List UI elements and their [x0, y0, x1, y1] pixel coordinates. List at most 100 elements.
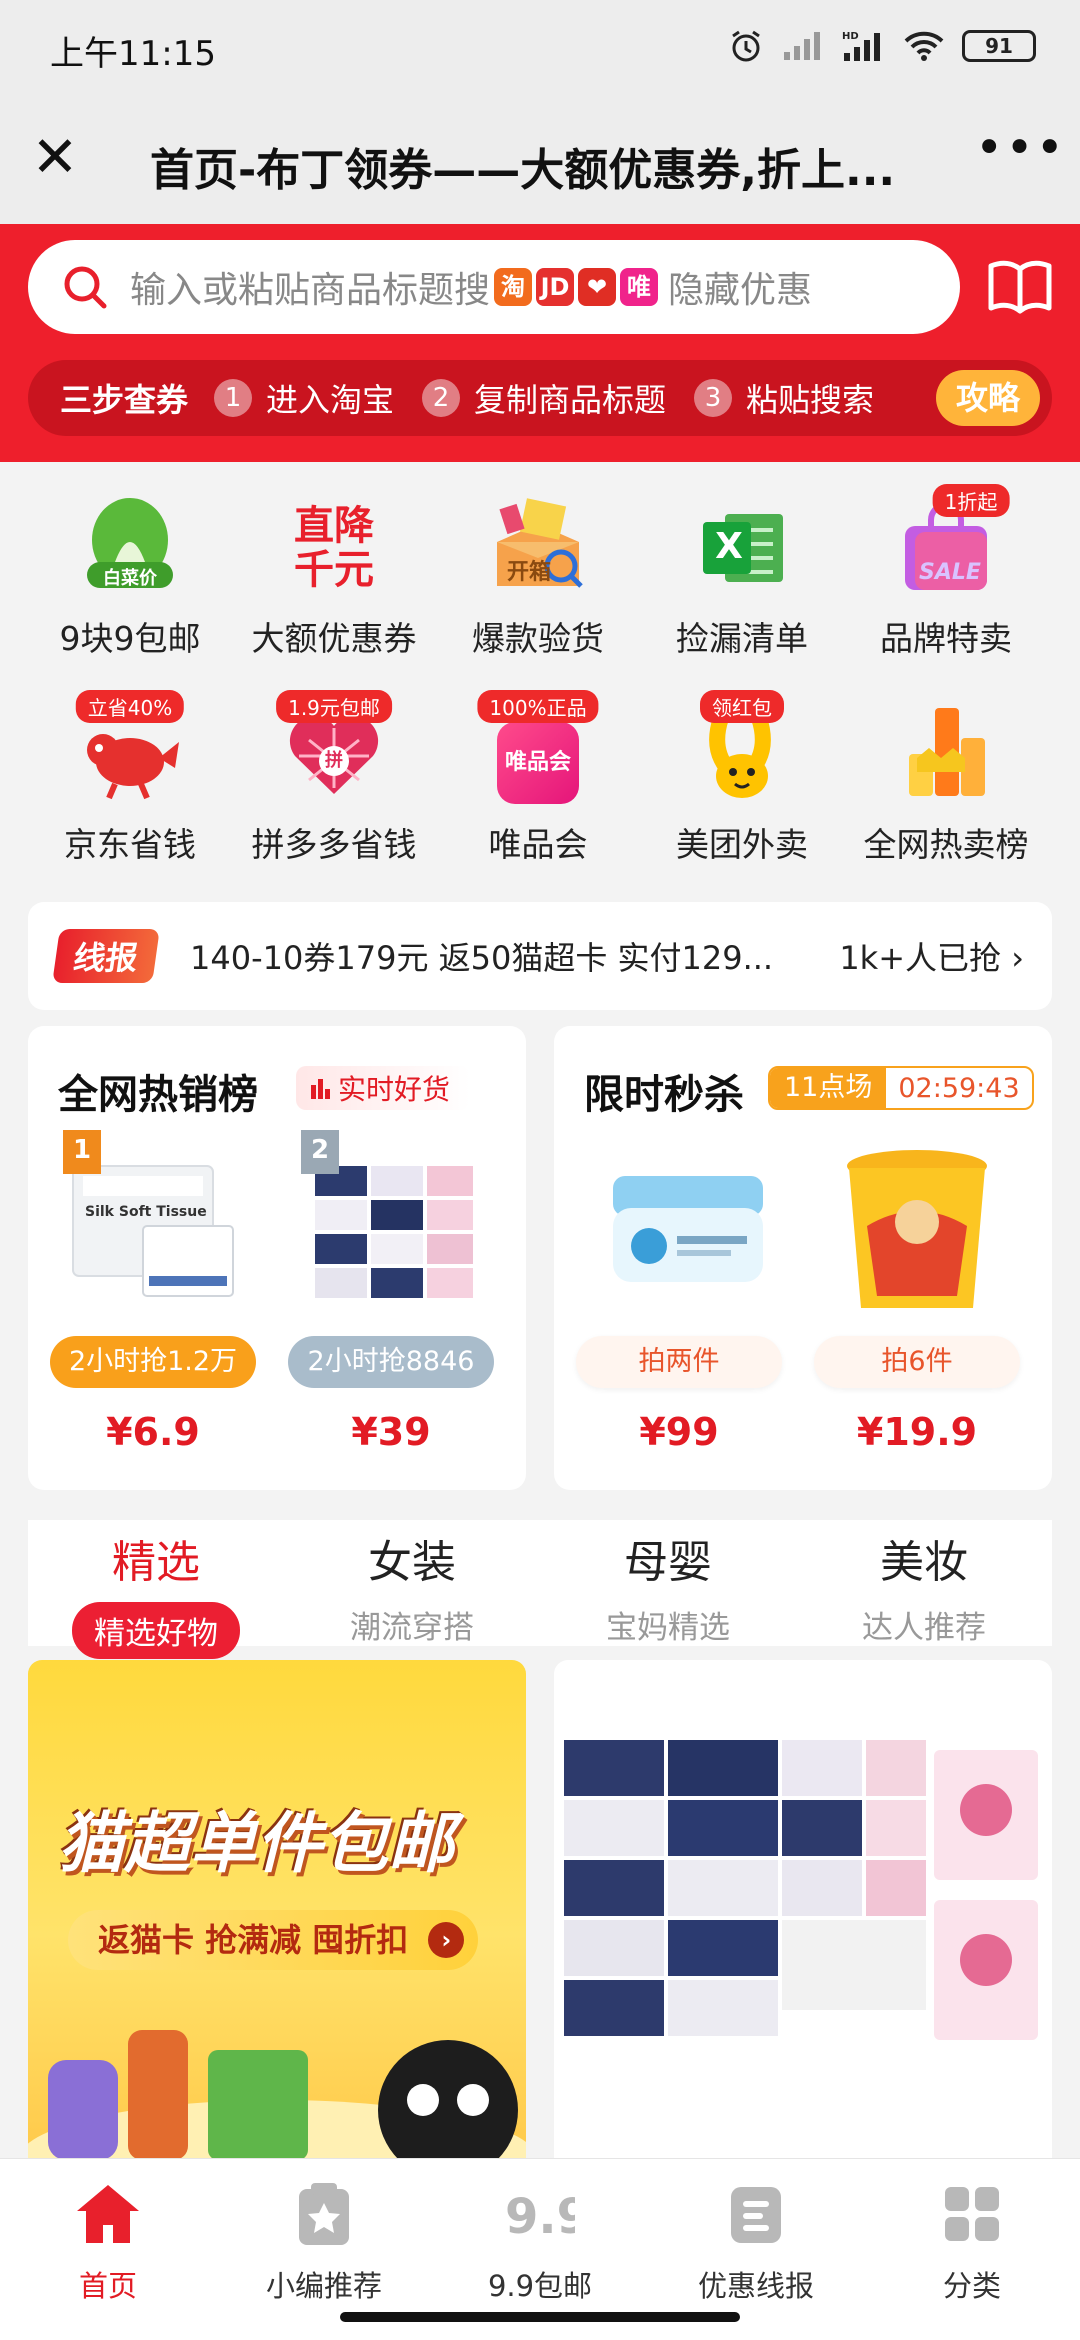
flash-sale-card[interactable]: 限时秒杀 11点场 02:59:43 拍两件 ¥99 拍6件 ¥19.9 [554, 1026, 1052, 1490]
platform-badge: JD [536, 268, 575, 306]
close-icon[interactable]: ✕ [30, 128, 80, 188]
step-number: 2 [422, 379, 461, 417]
deal-news-icon [731, 2187, 781, 2243]
tab-subtitle: 宝妈精选 [606, 1610, 730, 1646]
battery-indicator: 91 [962, 30, 1036, 62]
product-image: 2 [301, 1130, 481, 1316]
grid-item-brand-sale[interactable]: 1折起 SALE 品牌特卖 [846, 484, 1046, 660]
step-number: 1 [214, 379, 253, 417]
hot-list-title: 全网热销榜 [58, 1072, 258, 1118]
flash-sale-product[interactable]: 拍两件 ¥99 [574, 1136, 784, 1454]
inspection-box-icon-text: 开箱 [507, 560, 552, 585]
grid-item-bargain-list[interactable]: X 捡漏清单 [642, 492, 842, 660]
product-price: ¥99 [639, 1410, 719, 1454]
wifi-icon [904, 31, 944, 61]
product-price: ¥39 [351, 1410, 431, 1454]
grid-tag: 100%正品 [477, 690, 599, 723]
sales-pill: 2小时抢1.2万 [50, 1336, 256, 1388]
nav-nine-nine[interactable]: 9.9 9.9包邮 [432, 2179, 648, 2305]
step-text: 复制商品标题 [474, 381, 667, 419]
banner-products-illustration [28, 2030, 526, 2160]
grid-label: 京东省钱 [64, 825, 196, 864]
nav-label: 9.9包邮 [487, 2269, 593, 2303]
svg-text:9.9: 9.9 [505, 2189, 575, 2245]
grid-item-vipshop[interactable]: 100%正品 唯品会 唯品会 [438, 690, 638, 866]
hot-list-card[interactable]: 全网热销榜 实时好货 1 Silk Soft Tissue 2小时抢1.2万 ¥… [28, 1026, 526, 1490]
hot-list-badge: 实时好货 [296, 1066, 471, 1110]
nav-label: 首页 [78, 2269, 137, 2303]
tab-subtitle: 精选好物 [72, 1602, 240, 1659]
nav-label: 分类 [942, 2269, 1001, 2303]
nine-nine-icon: 9.9 [505, 2189, 590, 2245]
nav-category[interactable]: 分类 [864, 2179, 1080, 2305]
grid-item-pdd[interactable]: 1.9元包邮 拼 拼多多省钱 [234, 690, 434, 866]
hot-list-product[interactable]: 2 2小时抢8846 ¥39 [286, 1130, 496, 1454]
product-price: ¥19.9 [856, 1410, 978, 1454]
banner-subtitle: 返猫卡 抢满减 囤折扣 [98, 1921, 409, 1959]
feed-banner-card[interactable]: 猫超单件包邮 返猫卡 抢满减 囤折扣 › [28, 1660, 526, 2160]
search-header: 输入或粘贴商品标题搜 淘 JD ❤ 唯 隐藏优惠 三步查券 1 进入淘宝 2 复制商品标题… [0, 224, 1080, 462]
feed-product-card[interactable] [554, 1660, 1052, 2160]
grid-tag: 1.9元包邮 [276, 690, 392, 723]
shopping-bag-icon: 1折起 SALE [891, 484, 1010, 602]
steps-lead: 三步查券 [60, 381, 189, 419]
home-icon [77, 2185, 139, 2243]
price-drop-icon: 直降千元 [279, 492, 389, 602]
product-image-text: Silk Soft Tissue [85, 1204, 207, 1220]
status-icons: HD 91 [728, 28, 1036, 64]
search-input[interactable]: 输入或粘贴商品标题搜 淘 JD ❤ 唯 隐藏优惠 [28, 240, 960, 334]
banner-subtitle-button[interactable]: 返猫卡 抢满减 囤折扣 › [68, 1910, 479, 1970]
more-icon[interactable]: ••• [975, 120, 1066, 176]
ranking-bars-icon [891, 698, 1001, 808]
hot-list-product[interactable]: 1 Silk Soft Tissue 2小时抢1.2万 ¥6.9 [48, 1130, 258, 1454]
tab-featured[interactable]: 精选 精选好物 [28, 1520, 284, 1659]
tab-baby[interactable]: 母婴 宝妈精选 [540, 1520, 796, 1647]
nav-editor-pick[interactable]: 小编推荐 [216, 2179, 432, 2305]
grid-label: 品牌特卖 [880, 619, 1012, 658]
search-placeholder: 输入或粘贴商品标题搜 [130, 270, 491, 311]
flash-sale-title: 限时秒杀 [584, 1072, 744, 1118]
grid-label: 爆款验货 [472, 619, 604, 658]
product-image: 1 Silk Soft Tissue [63, 1130, 243, 1316]
grid-item-meituan[interactable]: 领红包 美团外卖 [642, 690, 842, 866]
pinduoduo-icon: 1.9元包邮 拼 [276, 690, 392, 808]
platform-badge: 淘 [494, 268, 533, 306]
tab-womens[interactable]: 女装 潮流穿搭 [284, 1520, 540, 1647]
flash-sale-product[interactable]: 拍6件 ¥19.9 [812, 1136, 1022, 1454]
arrow-right-icon: › [428, 1922, 465, 1958]
tab-beauty[interactable]: 美妆 达人推荐 [796, 1520, 1052, 1647]
grid-tag: 领红包 [700, 690, 784, 723]
home-indicator [340, 2312, 740, 2322]
grid-item-big-coupon[interactable]: 直降千元 大额优惠券 [234, 492, 434, 660]
jd-dog-icon: 立省40% [75, 690, 185, 808]
nav-deal-news[interactable]: 优惠线报 [648, 2179, 864, 2305]
nav-home[interactable]: 首页 [0, 2179, 216, 2305]
grid-item-jd[interactable]: 立省40% 京东省钱 [30, 690, 230, 866]
flash-sale-timer: 11点场 02:59:43 [768, 1066, 1034, 1110]
title-bar: ✕ 首页-布丁领券——大额优惠券,折上... ••• [0, 100, 1080, 224]
grid-tag: 1折起 [932, 484, 1010, 517]
grid-item-hot-inspection[interactable]: 开箱 爆款验货 [438, 492, 638, 660]
excel-icon: X [687, 492, 797, 602]
nav-label: 小编推荐 [265, 2269, 382, 2303]
svg-text:HD: HD [842, 31, 859, 42]
grid-item-nine-nine[interactable]: 白菜价 9块9包邮 [30, 492, 230, 660]
alarm-icon [732, 30, 760, 62]
search-tail-text: 隐藏优惠 [668, 270, 813, 311]
search-icon [64, 266, 107, 309]
deal-news-ticker[interactable]: 线报 140-10券179元 返50猫超卡 实付129... 1k+人已抢 › [28, 902, 1052, 1010]
news-tag: 线报 [52, 929, 160, 983]
signal-icon [784, 32, 820, 60]
status-bar: 上午11:15 HD 91 [0, 0, 1080, 100]
shopping-bag-icon-text: SALE [919, 560, 981, 585]
rank-badge: 1 [63, 1130, 101, 1174]
three-steps-banner: 三步查券 1 进入淘宝 2 复制商品标题 3 粘贴搜索 攻略 [28, 360, 1052, 436]
news-text: 140-10券179元 返50猫超卡 实付129... [190, 939, 774, 977]
platform-badges: 淘 JD ❤ 唯 [490, 268, 659, 306]
grid-item-hot-ranking[interactable]: 全网热卖榜 [846, 698, 1046, 866]
cabbage-icon: 白菜价 [75, 492, 185, 602]
excel-icon-text: X [715, 526, 743, 567]
book-icon[interactable] [985, 252, 1055, 322]
guide-button[interactable]: 攻略 [936, 370, 1040, 426]
banner-title: 猫超单件包邮 [58, 1805, 454, 1882]
